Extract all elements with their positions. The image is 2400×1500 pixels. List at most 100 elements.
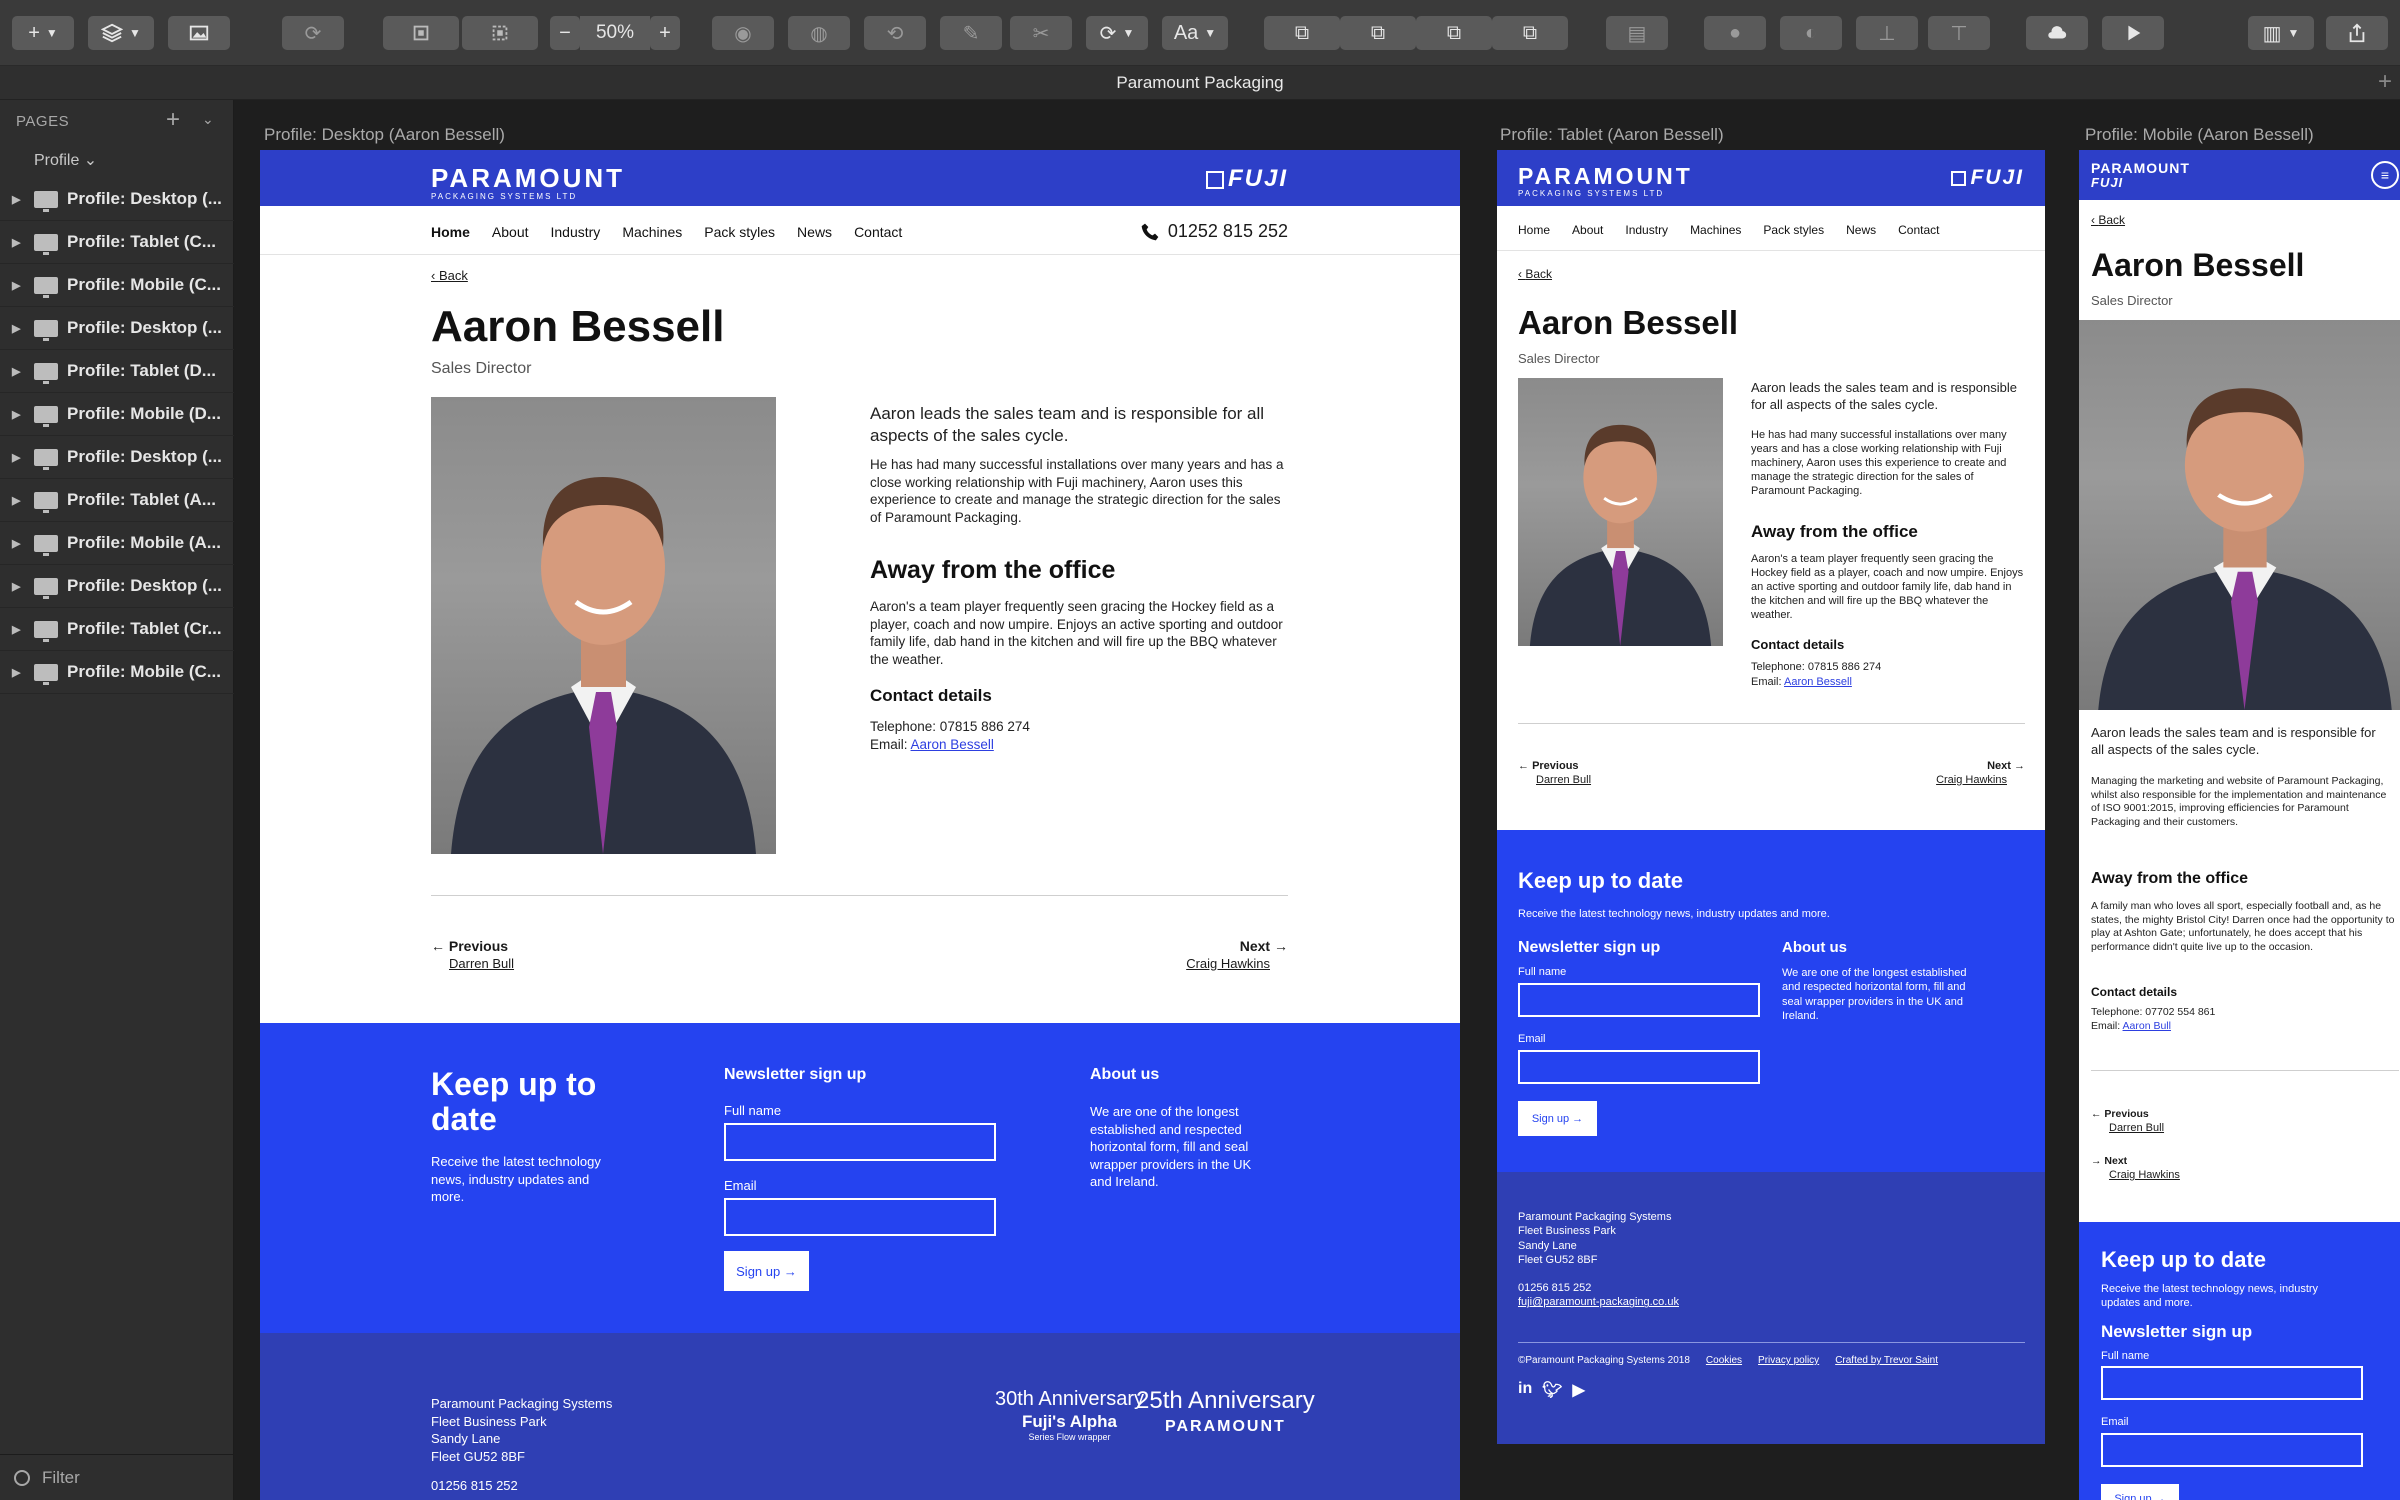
disclosure-triangle-icon[interactable]: ▶ xyxy=(12,666,20,679)
artboard-item[interactable]: ▶ Profile: Desktop (... xyxy=(0,178,234,221)
artboard-item[interactable]: ▶ Profile: Tablet (D... xyxy=(0,350,234,393)
artboard-item[interactable]: ▶ Profile: Desktop (... xyxy=(0,436,234,479)
export-button[interactable] xyxy=(2326,16,2388,50)
back-link[interactable]: ‹ Back xyxy=(1518,267,1552,281)
disclosure-triangle-icon[interactable]: ▶ xyxy=(12,494,20,507)
artboard-title-mobile[interactable]: Profile: Mobile (Aaron Bessell) xyxy=(2085,125,2314,145)
preview-button[interactable] xyxy=(2102,16,2164,50)
text-style-button[interactable]: Aa ▼ xyxy=(1162,16,1228,50)
intersect-button[interactable]: ⟲ xyxy=(864,16,926,50)
nav-home[interactable]: Home xyxy=(431,224,470,240)
header-phone[interactable]: 01252 815 252 xyxy=(1140,221,1288,242)
ungroup-button[interactable] xyxy=(462,16,538,50)
cloud-button[interactable] xyxy=(2026,16,2088,50)
cookies-link[interactable]: Cookies xyxy=(1706,1355,1742,1366)
artboard-item[interactable]: ▶ Profile: Desktop (... xyxy=(0,307,234,350)
filter-field[interactable]: Filter xyxy=(0,1454,234,1500)
email-input[interactable] xyxy=(2101,1433,2363,1467)
privacy-link[interactable]: Privacy policy xyxy=(1758,1355,1819,1366)
signup-button[interactable]: Sign up → xyxy=(1518,1101,1597,1136)
back-link[interactable]: ‹ Back xyxy=(2091,213,2125,227)
add-page-icon[interactable]: + xyxy=(166,106,180,134)
symbol-button[interactable]: ◐ xyxy=(1780,16,1842,50)
signup-button[interactable]: Sign up → xyxy=(2101,1484,2179,1500)
new-tab-icon[interactable]: + xyxy=(2378,68,2392,96)
nav-machines[interactable]: Machines xyxy=(1690,223,1741,237)
menu-icon[interactable]: ≡ xyxy=(2371,161,2399,189)
distribute-button[interactable]: ⊤ xyxy=(1928,16,1990,50)
linkedin-icon[interactable]: in xyxy=(1518,1380,1532,1400)
previous-link[interactable]: ← Previous Darren Bull xyxy=(431,938,514,971)
artboard-title-desktop[interactable]: Profile: Desktop (Aaron Bessell) xyxy=(264,125,505,145)
crafted-link[interactable]: Crafted by Trevor Saint xyxy=(1835,1355,1938,1366)
disclosure-triangle-icon[interactable]: ▶ xyxy=(12,408,20,421)
artboard-item[interactable]: ▶ Profile: Tablet (Cr... xyxy=(0,608,234,651)
align-button[interactable]: ⊥ xyxy=(1856,16,1918,50)
disclosure-triangle-icon[interactable]: ▶ xyxy=(12,580,20,593)
disclosure-triangle-icon[interactable]: ▶ xyxy=(12,236,20,249)
paramount-logo[interactable]: PARAMOUNT PACKAGING SYSTEMS LTD xyxy=(1518,165,1693,198)
table-button[interactable]: ▤ xyxy=(1606,16,1668,50)
footer-email[interactable]: fuji@paramount-packaging.co.uk xyxy=(1518,1295,1679,1309)
paramount-logo[interactable]: PARAMOUNT FUJI xyxy=(2091,161,2190,189)
bring-front-button[interactable]: ⧉ xyxy=(1416,16,1492,50)
disclosure-triangle-icon[interactable]: ▶ xyxy=(12,451,20,464)
youtube-icon[interactable]: ▶ xyxy=(1573,1380,1585,1400)
image-button[interactable] xyxy=(168,16,230,50)
artboard-title-tablet[interactable]: Profile: Tablet (Aaron Bessell) xyxy=(1500,125,1724,145)
back-link[interactable]: ‹ Back xyxy=(431,268,468,283)
artboard-item[interactable]: ▶ Profile: Mobile (D... xyxy=(0,393,234,436)
scissors-button[interactable]: ✂ xyxy=(1010,16,1072,50)
zoom-in-button[interactable]: + xyxy=(650,16,680,50)
rotate-button[interactable]: ⟳ xyxy=(282,16,344,50)
mask-button[interactable]: ● xyxy=(1704,16,1766,50)
disclosure-triangle-icon[interactable]: ▶ xyxy=(12,537,20,550)
signup-button[interactable]: Sign up → xyxy=(724,1251,809,1291)
next-link[interactable]: Next → Craig Hawkins xyxy=(1186,938,1288,971)
nav-industry[interactable]: Industry xyxy=(551,224,601,240)
disclosure-triangle-icon[interactable]: ▶ xyxy=(12,322,20,335)
paramount-logo[interactable]: PARAMOUNT PACKAGING SYSTEMS LTD xyxy=(431,165,625,201)
email-link[interactable]: Aaron Bessell xyxy=(1784,676,1852,688)
artboard-item[interactable]: ▶ Profile: Tablet (A... xyxy=(0,479,234,522)
nav-about[interactable]: About xyxy=(492,224,529,240)
desktop-artboard[interactable]: PARAMOUNT PACKAGING SYSTEMS LTD FUJI Home… xyxy=(260,150,1460,1500)
nav-contact[interactable]: Contact xyxy=(854,224,902,240)
tablet-artboard[interactable]: PARAMOUNT PACKAGING SYSTEMS LTD FUJI Home… xyxy=(1497,150,2045,1444)
next-link[interactable]: Next → Craig Hawkins xyxy=(1936,760,2025,786)
subtract-button[interactable]: ◍ xyxy=(788,16,850,50)
nav-home[interactable]: Home xyxy=(1518,223,1550,237)
collapse-chevron-icon[interactable]: ⌄ xyxy=(202,111,214,128)
full-name-input[interactable] xyxy=(724,1123,996,1161)
page-selector[interactable]: Profile ⌄ xyxy=(34,150,97,170)
nav-pack-styles[interactable]: Pack styles xyxy=(1763,223,1824,237)
nav-machines[interactable]: Machines xyxy=(622,224,682,240)
twitter-icon[interactable]: 🐦︎ xyxy=(1542,1380,1562,1400)
zoom-out-button[interactable]: − xyxy=(550,16,580,50)
send-backward-button[interactable]: ⧉ xyxy=(1340,16,1416,50)
artboard-item[interactable]: ▶ Profile: Mobile (C... xyxy=(0,651,234,694)
next-link[interactable]: → Next Craig Hawkins xyxy=(2091,1155,2180,1181)
previous-link[interactable]: ← Previous Darren Bull xyxy=(1518,760,1591,786)
disclosure-triangle-icon[interactable]: ▶ xyxy=(12,193,20,206)
disclosure-triangle-icon[interactable]: ▶ xyxy=(12,365,20,378)
union-button[interactable]: ◉ xyxy=(712,16,774,50)
email-link[interactable]: Aaron Bessell xyxy=(911,737,994,752)
canvas[interactable]: Profile: Desktop (Aaron Bessell) Profile… xyxy=(235,100,2400,1500)
flip-button[interactable]: ⟳ ▼ xyxy=(1086,16,1148,50)
fuji-logo[interactable]: FUJI xyxy=(1951,166,2024,190)
group-button[interactable] xyxy=(383,16,459,50)
fuji-logo[interactable]: FUJI xyxy=(1205,165,1288,193)
nav-pack-styles[interactable]: Pack styles xyxy=(704,224,775,240)
mobile-artboard[interactable]: PARAMOUNT FUJI ≡ ‹ Back Aaron Bessell Sal… xyxy=(2079,150,2400,1500)
artboard-item[interactable]: ▶ Profile: Tablet (C... xyxy=(0,221,234,264)
nav-about[interactable]: About xyxy=(1572,223,1603,237)
email-input[interactable] xyxy=(1518,1050,1760,1084)
email-link[interactable]: Aaron Bull xyxy=(2123,1020,2171,1032)
nav-news[interactable]: News xyxy=(1846,223,1876,237)
full-name-input[interactable] xyxy=(1518,983,1760,1017)
artboard-item[interactable]: ▶ Profile: Desktop (... xyxy=(0,565,234,608)
previous-link[interactable]: ← Previous Darren Bull xyxy=(2091,1108,2164,1134)
full-name-input[interactable] xyxy=(2101,1366,2363,1400)
view-button[interactable]: ▥ ▼ xyxy=(2248,16,2314,50)
